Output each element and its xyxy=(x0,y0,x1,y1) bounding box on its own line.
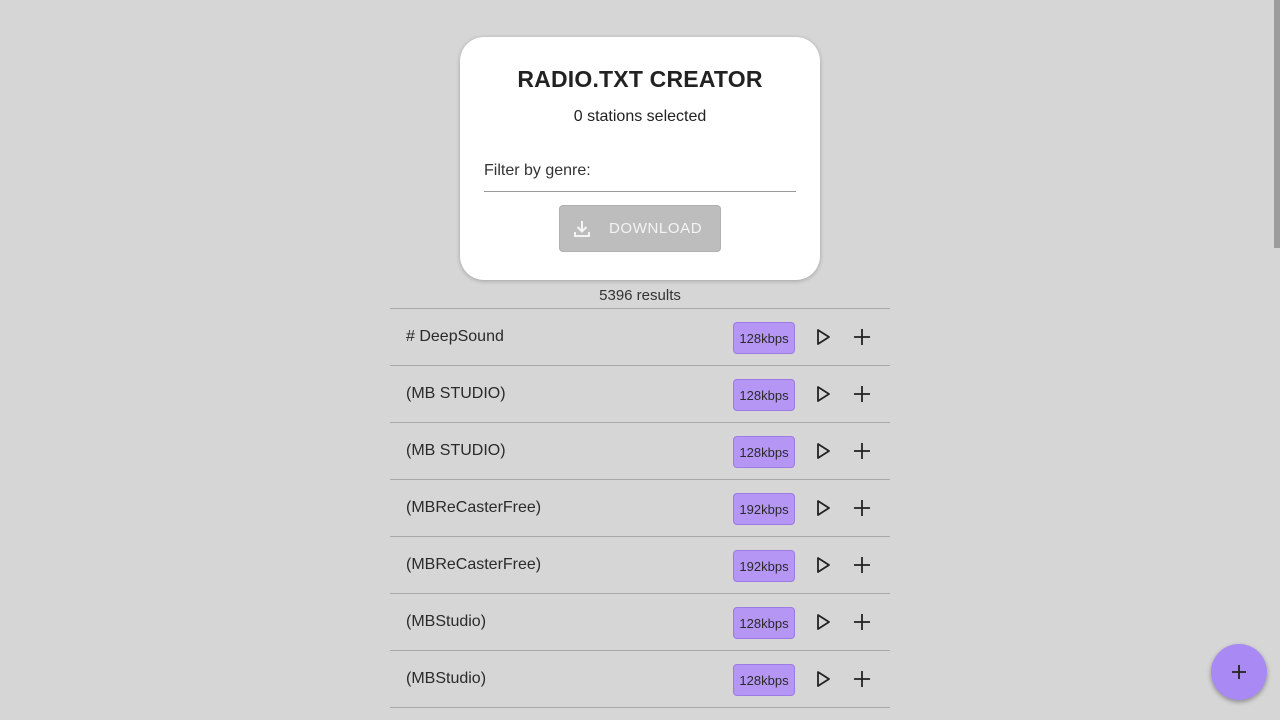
station-row: (MBReCasterFree) 192kbps xyxy=(390,480,890,537)
station-name: (MB STUDIO) xyxy=(406,442,506,459)
play-icon[interactable] xyxy=(812,497,834,519)
plus-icon[interactable] xyxy=(851,668,873,690)
plus-icon[interactable] xyxy=(851,554,873,576)
station-name: (MBReCasterFree) xyxy=(406,556,542,573)
creator-card: RADIO.TXT CREATOR 0 stations selected Fi… xyxy=(460,37,820,280)
bitrate-badge: 128kbps xyxy=(733,379,795,411)
play-icon[interactable] xyxy=(812,554,834,576)
download-button[interactable]: DOWNLOAD xyxy=(559,205,721,252)
station-name: # DeepSound xyxy=(406,328,504,345)
station-row: (MBStudio) 128kbps xyxy=(390,594,890,651)
play-icon[interactable] xyxy=(812,440,834,462)
page-title: RADIO.TXT CREATOR xyxy=(517,66,763,92)
play-icon[interactable] xyxy=(812,383,834,405)
station-name: (MBReCasterFree) xyxy=(406,499,542,516)
station-row: # DeepSound 128kbps xyxy=(390,309,890,366)
play-icon[interactable] xyxy=(812,668,834,690)
station-list: # DeepSound 128kbps (MB STUDIO) 128kbps … xyxy=(390,308,890,708)
plus-icon[interactable] xyxy=(851,383,873,405)
station-name: (MBStudio) xyxy=(406,613,487,630)
genre-filter-input[interactable] xyxy=(594,159,798,189)
bitrate-badge: 192kbps xyxy=(733,493,795,525)
bitrate-badge: 128kbps xyxy=(733,664,795,696)
scrollbar[interactable] xyxy=(1274,0,1280,248)
bitrate-badge: 128kbps xyxy=(733,607,795,639)
station-row: (MB STUDIO) 128kbps xyxy=(390,366,890,423)
station-row: (MB STUDIO) 128kbps xyxy=(390,423,890,480)
download-icon xyxy=(574,221,590,237)
plus-icon[interactable] xyxy=(851,440,873,462)
results-count: 5396 results xyxy=(599,287,681,304)
bitrate-badge: 192kbps xyxy=(733,550,795,582)
plus-icon[interactable] xyxy=(851,611,873,633)
play-icon[interactable] xyxy=(812,326,834,348)
play-icon[interactable] xyxy=(812,611,834,633)
plus-icon[interactable] xyxy=(851,497,873,519)
station-row: (MBStudio) 128kbps xyxy=(390,651,890,708)
station-row: (MBReCasterFree) 192kbps xyxy=(390,537,890,594)
floating-add-button[interactable] xyxy=(1211,644,1267,700)
selected-count: 0 stations selected xyxy=(573,108,707,125)
genre-filter-field[interactable]: Filter by genre: xyxy=(484,157,798,192)
genre-filter-label: Filter by genre: xyxy=(484,162,591,179)
bitrate-badge: 128kbps xyxy=(733,322,795,354)
station-name: (MB STUDIO) xyxy=(406,385,506,402)
plus-icon[interactable] xyxy=(851,326,873,348)
bitrate-badge: 128kbps xyxy=(733,436,795,468)
app-page: RADIO.TXT CREATOR 0 stations selected Fi… xyxy=(0,0,1280,720)
station-name: (MBStudio) xyxy=(406,670,487,687)
plus-icon xyxy=(1232,665,1246,679)
download-label: DOWNLOAD xyxy=(609,220,703,237)
